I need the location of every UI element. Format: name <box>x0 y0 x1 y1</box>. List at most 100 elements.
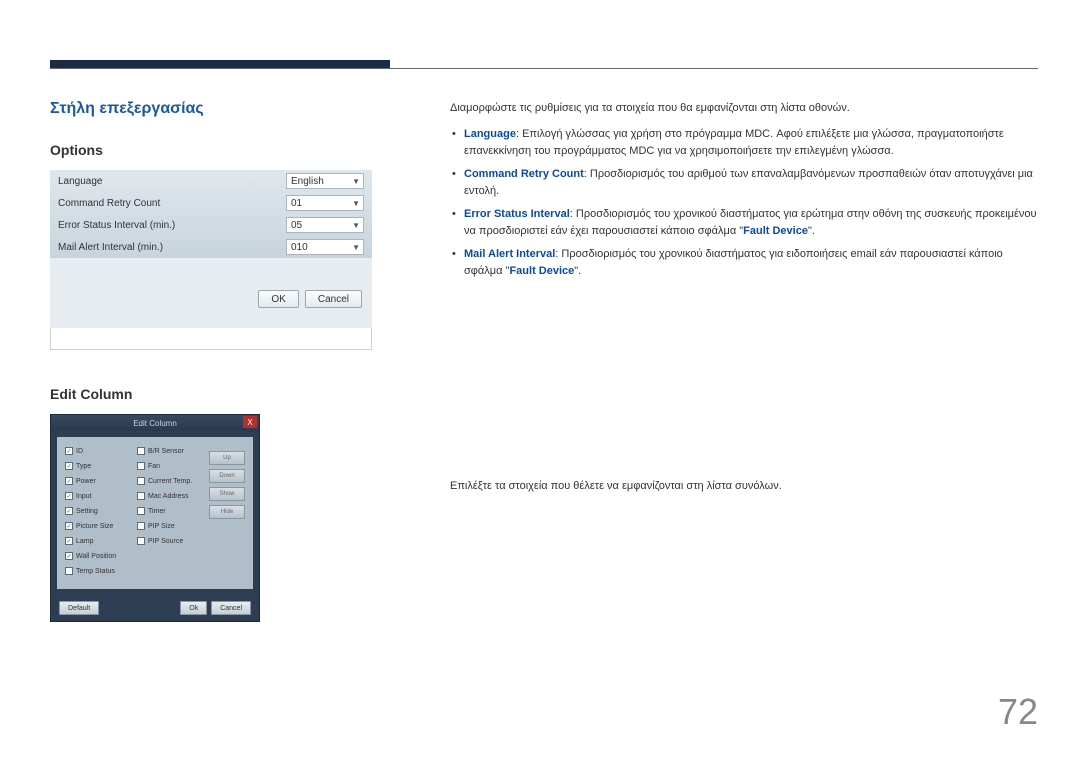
term: Error Status Interval <box>464 208 570 220</box>
checkbox[interactable]: ✓ <box>65 462 73 470</box>
checkbox[interactable]: ✓ <box>65 507 73 515</box>
term: Command Retry Count <box>464 168 584 180</box>
checkbox[interactable]: ✓ <box>65 492 73 500</box>
ok-button[interactable]: OK <box>258 290 298 308</box>
options-intro: Διαμορφώστε τις ρυθμίσεις για τα στοιχεί… <box>450 100 1038 118</box>
mail-interval-dropdown[interactable]: 010▼ <box>286 239 364 255</box>
checkbox[interactable]: ✓ <box>65 447 73 455</box>
checkbox-label: Temp Status <box>76 568 115 575</box>
checkbox-label: Mac Address <box>148 493 188 500</box>
top-dark-bar <box>50 60 390 68</box>
checkbox-row[interactable]: ✓Picture Size <box>65 520 131 532</box>
hide-button[interactable]: Hide <box>209 505 245 519</box>
bullet-item: Error Status Interval: Προσδιορισμός του… <box>450 206 1038 240</box>
option-row: Error Status Interval (min.) 05▼ <box>50 214 372 236</box>
checkbox-row[interactable]: ✓Type <box>65 460 131 472</box>
checkbox[interactable] <box>137 462 145 470</box>
bullet-item: Mail Alert Interval: Προσδιορισμός του χ… <box>450 246 1038 280</box>
checkbox-row[interactable]: PIP Source <box>137 535 203 547</box>
language-dropdown[interactable]: English▼ <box>286 173 364 189</box>
checkbox[interactable]: ✓ <box>65 537 73 545</box>
close-icon[interactable]: X <box>243 416 257 428</box>
page-number: 72 <box>998 691 1038 733</box>
checkbox-label: B/R Sensor <box>148 448 184 455</box>
options-footer: OK Cancel <box>50 258 372 328</box>
retry-count-dropdown[interactable]: 01▼ <box>286 195 364 211</box>
checkbox[interactable] <box>137 477 145 485</box>
checkbox[interactable]: ✓ <box>65 477 73 485</box>
checkbox-label: Picture Size <box>76 523 113 530</box>
top-rule <box>50 68 1038 69</box>
option-label: Language <box>58 176 103 187</box>
edit-column-dialog: Edit Column X ✓ID✓Type✓Power✓Input✓Setti… <box>50 414 260 622</box>
checkbox-row[interactable]: ✓Lamp <box>65 535 131 547</box>
checkbox[interactable] <box>65 567 73 575</box>
cancel-button[interactable]: Cancel <box>211 601 251 615</box>
ok-button[interactable]: Ok <box>180 601 207 615</box>
checkbox[interactable] <box>137 537 145 545</box>
checkbox-label: Lamp <box>76 538 94 545</box>
option-label: Error Status Interval (min.) <box>58 220 175 231</box>
dialog-titlebar: Edit Column X <box>51 415 259 431</box>
chevron-down-icon: ▼ <box>352 177 360 186</box>
checkbox[interactable] <box>137 522 145 530</box>
options-body: Language English▼ Command Retry Count 01… <box>50 170 372 258</box>
checkbox-row[interactable]: ✓Setting <box>65 505 131 517</box>
checkbox-row[interactable]: Temp Status <box>65 565 131 577</box>
right-column: Διαμορφώστε τις ρυθμίσεις για τα στοιχεί… <box>450 100 1038 496</box>
options-heading: Options <box>50 142 380 158</box>
checkbox-row[interactable]: PIP Size <box>137 520 203 532</box>
checkbox-row[interactable]: ✓ID <box>65 445 131 457</box>
option-label: Mail Alert Interval (min.) <box>58 242 163 253</box>
section-title: Στήλη επεξεργασίας <box>50 100 380 118</box>
quoted-term: Fault Device <box>743 225 808 237</box>
option-row: Language English▼ <box>50 170 372 192</box>
checkbox-label: PIP Source <box>148 538 183 545</box>
checkbox-label: Power <box>76 478 96 485</box>
side-buttons: Up Down Show Hide <box>209 445 245 581</box>
term: Mail Alert Interval <box>464 248 555 260</box>
options-footer-strip <box>50 328 372 350</box>
error-interval-dropdown[interactable]: 05▼ <box>286 217 364 233</box>
show-button[interactable]: Show <box>209 487 245 501</box>
checkbox-label: Timer <box>148 508 166 515</box>
checkbox[interactable] <box>137 507 145 515</box>
checkbox[interactable]: ✓ <box>65 552 73 560</box>
checkbox-row[interactable]: B/R Sensor <box>137 445 203 457</box>
cancel-button[interactable]: Cancel <box>305 290 362 308</box>
checkbox-row[interactable]: Mac Address <box>137 490 203 502</box>
options-bullet-list: Language: Επιλογή γλώσσας για χρήση στο … <box>450 126 1038 280</box>
option-row: Mail Alert Interval (min.) 010▼ <box>50 236 372 258</box>
default-button[interactable]: Default <box>59 601 99 615</box>
edit-column-heading: Edit Column <box>50 386 380 402</box>
dialog-footer: Default Ok Cancel <box>51 595 259 621</box>
checkbox-row[interactable]: Fan <box>137 460 203 472</box>
bullet-item: Language: Επιλογή γλώσσας για χρήση στο … <box>450 126 1038 160</box>
checkbox-label: ID <box>76 448 83 455</box>
checkbox-label: Setting <box>76 508 98 515</box>
checkbox-column-1: ✓ID✓Type✓Power✓Input✓Setting✓Picture Siz… <box>65 445 131 581</box>
up-button[interactable]: Up <box>209 451 245 465</box>
term: Language <box>464 128 516 140</box>
chevron-down-icon: ▼ <box>352 199 360 208</box>
checkbox[interactable] <box>137 492 145 500</box>
checkbox[interactable]: ✓ <box>65 522 73 530</box>
checkbox-row[interactable]: Timer <box>137 505 203 517</box>
checkbox-label: Input <box>76 493 92 500</box>
quoted-term: Fault Device <box>509 265 574 277</box>
options-panel: Language English▼ Command Retry Count 01… <box>50 170 372 350</box>
checkbox-row[interactable]: ✓Power <box>65 475 131 487</box>
left-column: Στήλη επεξεργασίας Options Language Engl… <box>50 100 380 622</box>
checkbox-label: PIP Size <box>148 523 175 530</box>
checkbox[interactable] <box>137 447 145 455</box>
checkbox-column-2: B/R Sensor Fan Current Temp. Mac Address Tim… <box>137 445 203 581</box>
checkbox-label: Type <box>76 463 91 470</box>
dialog-body: ✓ID✓Type✓Power✓Input✓Setting✓Picture Siz… <box>57 437 253 589</box>
checkbox-label: Fan <box>148 463 160 470</box>
edit-column-text: Επιλέξτε τα στοιχεία που θέλετε να εμφαν… <box>450 478 1038 496</box>
checkbox-row[interactable]: ✓Wall Position <box>65 550 131 562</box>
checkbox-row[interactable]: ✓Input <box>65 490 131 502</box>
checkbox-row[interactable]: Current Temp. <box>137 475 203 487</box>
dialog-title: Edit Column <box>133 419 177 428</box>
down-button[interactable]: Down <box>209 469 245 483</box>
